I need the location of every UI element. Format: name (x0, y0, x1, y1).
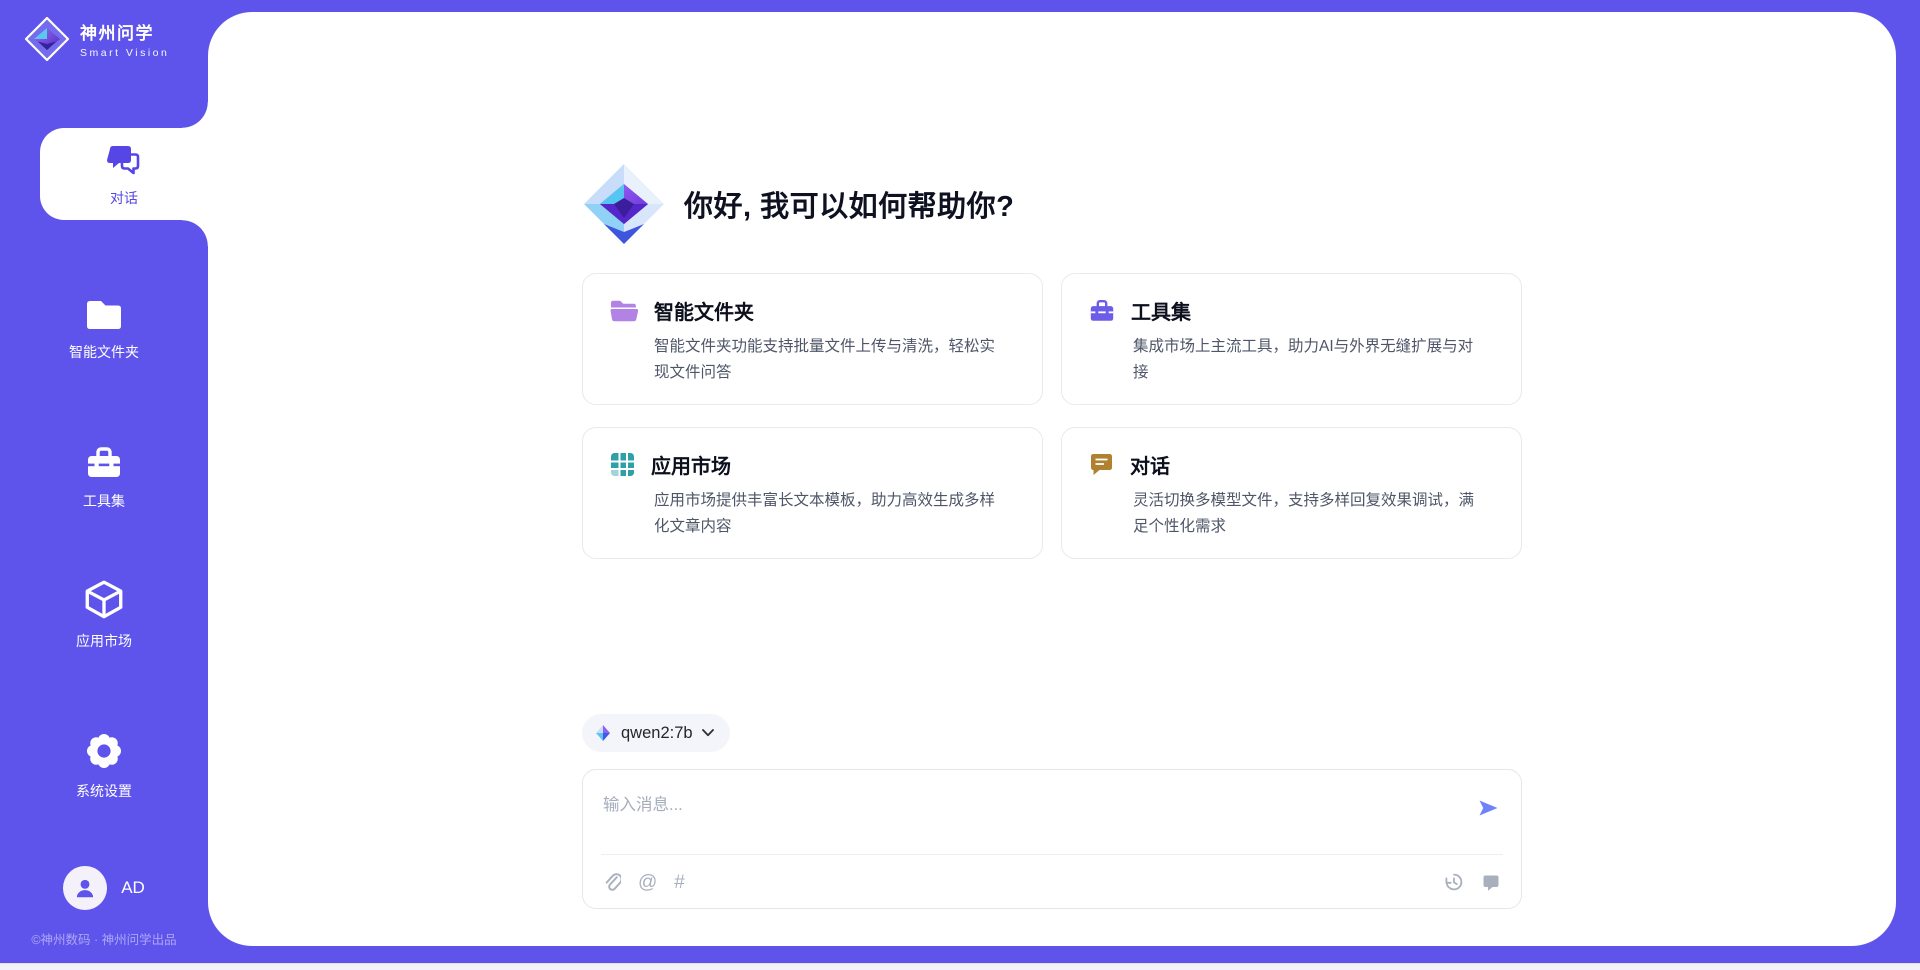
toolbar-left: @ # (603, 871, 685, 893)
at-icon: @ (638, 873, 657, 892)
brand-name: 神州问学 (80, 19, 169, 44)
sidebar-item-settings[interactable]: 系统设置 (0, 729, 208, 801)
card-description: 应用市场提供丰富长文本模板，助力高效生成多样化文章内容 (654, 488, 1006, 540)
topic-button[interactable]: # (674, 871, 685, 893)
send-icon (1476, 796, 1500, 820)
brand: 神州问学 Smart Vision (24, 16, 169, 62)
card-description: 集成市场上主流工具，助力AI与外界无缝扩展与对接 (1133, 334, 1485, 386)
mention-button[interactable]: @ (638, 871, 657, 893)
sidebar-item-toolset[interactable]: 工具集 (0, 443, 208, 511)
brand-logo-icon (24, 16, 70, 62)
chat-square-icon (1088, 451, 1115, 478)
user-name: AD (121, 878, 145, 898)
brand-subtitle: Smart Vision (80, 47, 169, 59)
card-app-market[interactable]: 应用市场 应用市场提供丰富长文本模板，助力高效生成多样化文章内容 (582, 427, 1043, 559)
mini-diamond-icon (594, 724, 612, 742)
folder-icon (83, 296, 125, 334)
send-button[interactable] (1475, 796, 1501, 822)
sidebar-item-label: 智能文件夹 (69, 342, 139, 362)
chevron-down-icon (702, 729, 714, 737)
user-profile[interactable]: AD (0, 866, 208, 910)
card-description: 智能文件夹功能支持批量文件上传与清洗，轻松实现文件问答 (654, 334, 1006, 386)
grid-icon (609, 451, 636, 478)
feature-cards: 智能文件夹 智能文件夹功能支持批量文件上传与清洗，轻松实现文件问答 工具集 集成… (582, 273, 1522, 559)
message-input[interactable] (603, 790, 1423, 820)
message-composer: @ # (582, 769, 1522, 909)
sidebar-item-smart-folder[interactable]: 智能文件夹 (0, 296, 208, 362)
sidebar-item-app-market[interactable]: 应用市场 (0, 579, 208, 651)
card-description: 灵活切换多模型文件，支持多样回复效果调试，满足个性化需求 (1133, 488, 1485, 540)
card-chat[interactable]: 对话 灵活切换多模型文件，支持多样回复效果调试，满足个性化需求 (1061, 427, 1522, 559)
message-icon (1481, 872, 1501, 892)
diamond-logo-icon (582, 162, 666, 246)
main-panel: 你好, 我可以如何帮助你? 智能文件夹 智能文件夹功能支持批量文件上传与清洗，轻… (208, 12, 1896, 946)
cube-icon (81, 579, 127, 623)
composer-toolbar: @ # (603, 871, 1501, 893)
card-title: 应用市场 (651, 450, 731, 479)
history-icon (1444, 872, 1464, 892)
gear-icon (82, 729, 126, 773)
model-selector[interactable]: qwen2:7b (582, 714, 730, 752)
app-window: 神州问学 Smart Vision 对话 智能文件夹 (0, 0, 1920, 970)
greeting: 你好, 我可以如何帮助你? (582, 162, 1014, 246)
card-smart-folder[interactable]: 智能文件夹 智能文件夹功能支持批量文件上传与清洗，轻松实现文件问答 (582, 273, 1043, 405)
toolbox-icon (1088, 297, 1116, 325)
copyright-text: ©神州数码 · 神州问学出品 (0, 929, 208, 948)
open-folder-icon (609, 298, 639, 324)
sidebar-item-chat[interactable]: 对话 (40, 128, 208, 220)
card-title: 工具集 (1131, 296, 1191, 325)
history-button[interactable] (1444, 871, 1464, 893)
toolbar-right (1444, 871, 1501, 893)
card-title: 智能文件夹 (654, 296, 754, 325)
attach-button[interactable] (603, 871, 621, 893)
person-icon (72, 875, 98, 901)
avatar (63, 866, 107, 910)
window-bottom-edge (0, 963, 1920, 970)
model-name: qwen2:7b (621, 724, 693, 743)
conversations-button[interactable] (1481, 871, 1501, 893)
sidebar-item-label: 对话 (110, 188, 138, 208)
greeting-title: 你好, 我可以如何帮助你? (684, 183, 1014, 225)
toolbox-icon (83, 443, 125, 483)
brand-text: 神州问学 Smart Vision (80, 19, 169, 59)
hash-icon: # (674, 873, 685, 892)
card-title: 对话 (1130, 450, 1170, 479)
sidebar-item-label: 工具集 (83, 491, 125, 511)
sidebar: 神州问学 Smart Vision 对话 智能文件夹 (0, 0, 208, 970)
sidebar-item-label: 应用市场 (76, 631, 132, 651)
card-toolset[interactable]: 工具集 集成市场上主流工具，助力AI与外界无缝扩展与对接 (1061, 273, 1522, 405)
paperclip-icon (603, 872, 621, 892)
composer-divider (601, 854, 1503, 855)
chat-bubbles-icon (104, 141, 144, 181)
sidebar-item-label: 系统设置 (76, 781, 132, 801)
